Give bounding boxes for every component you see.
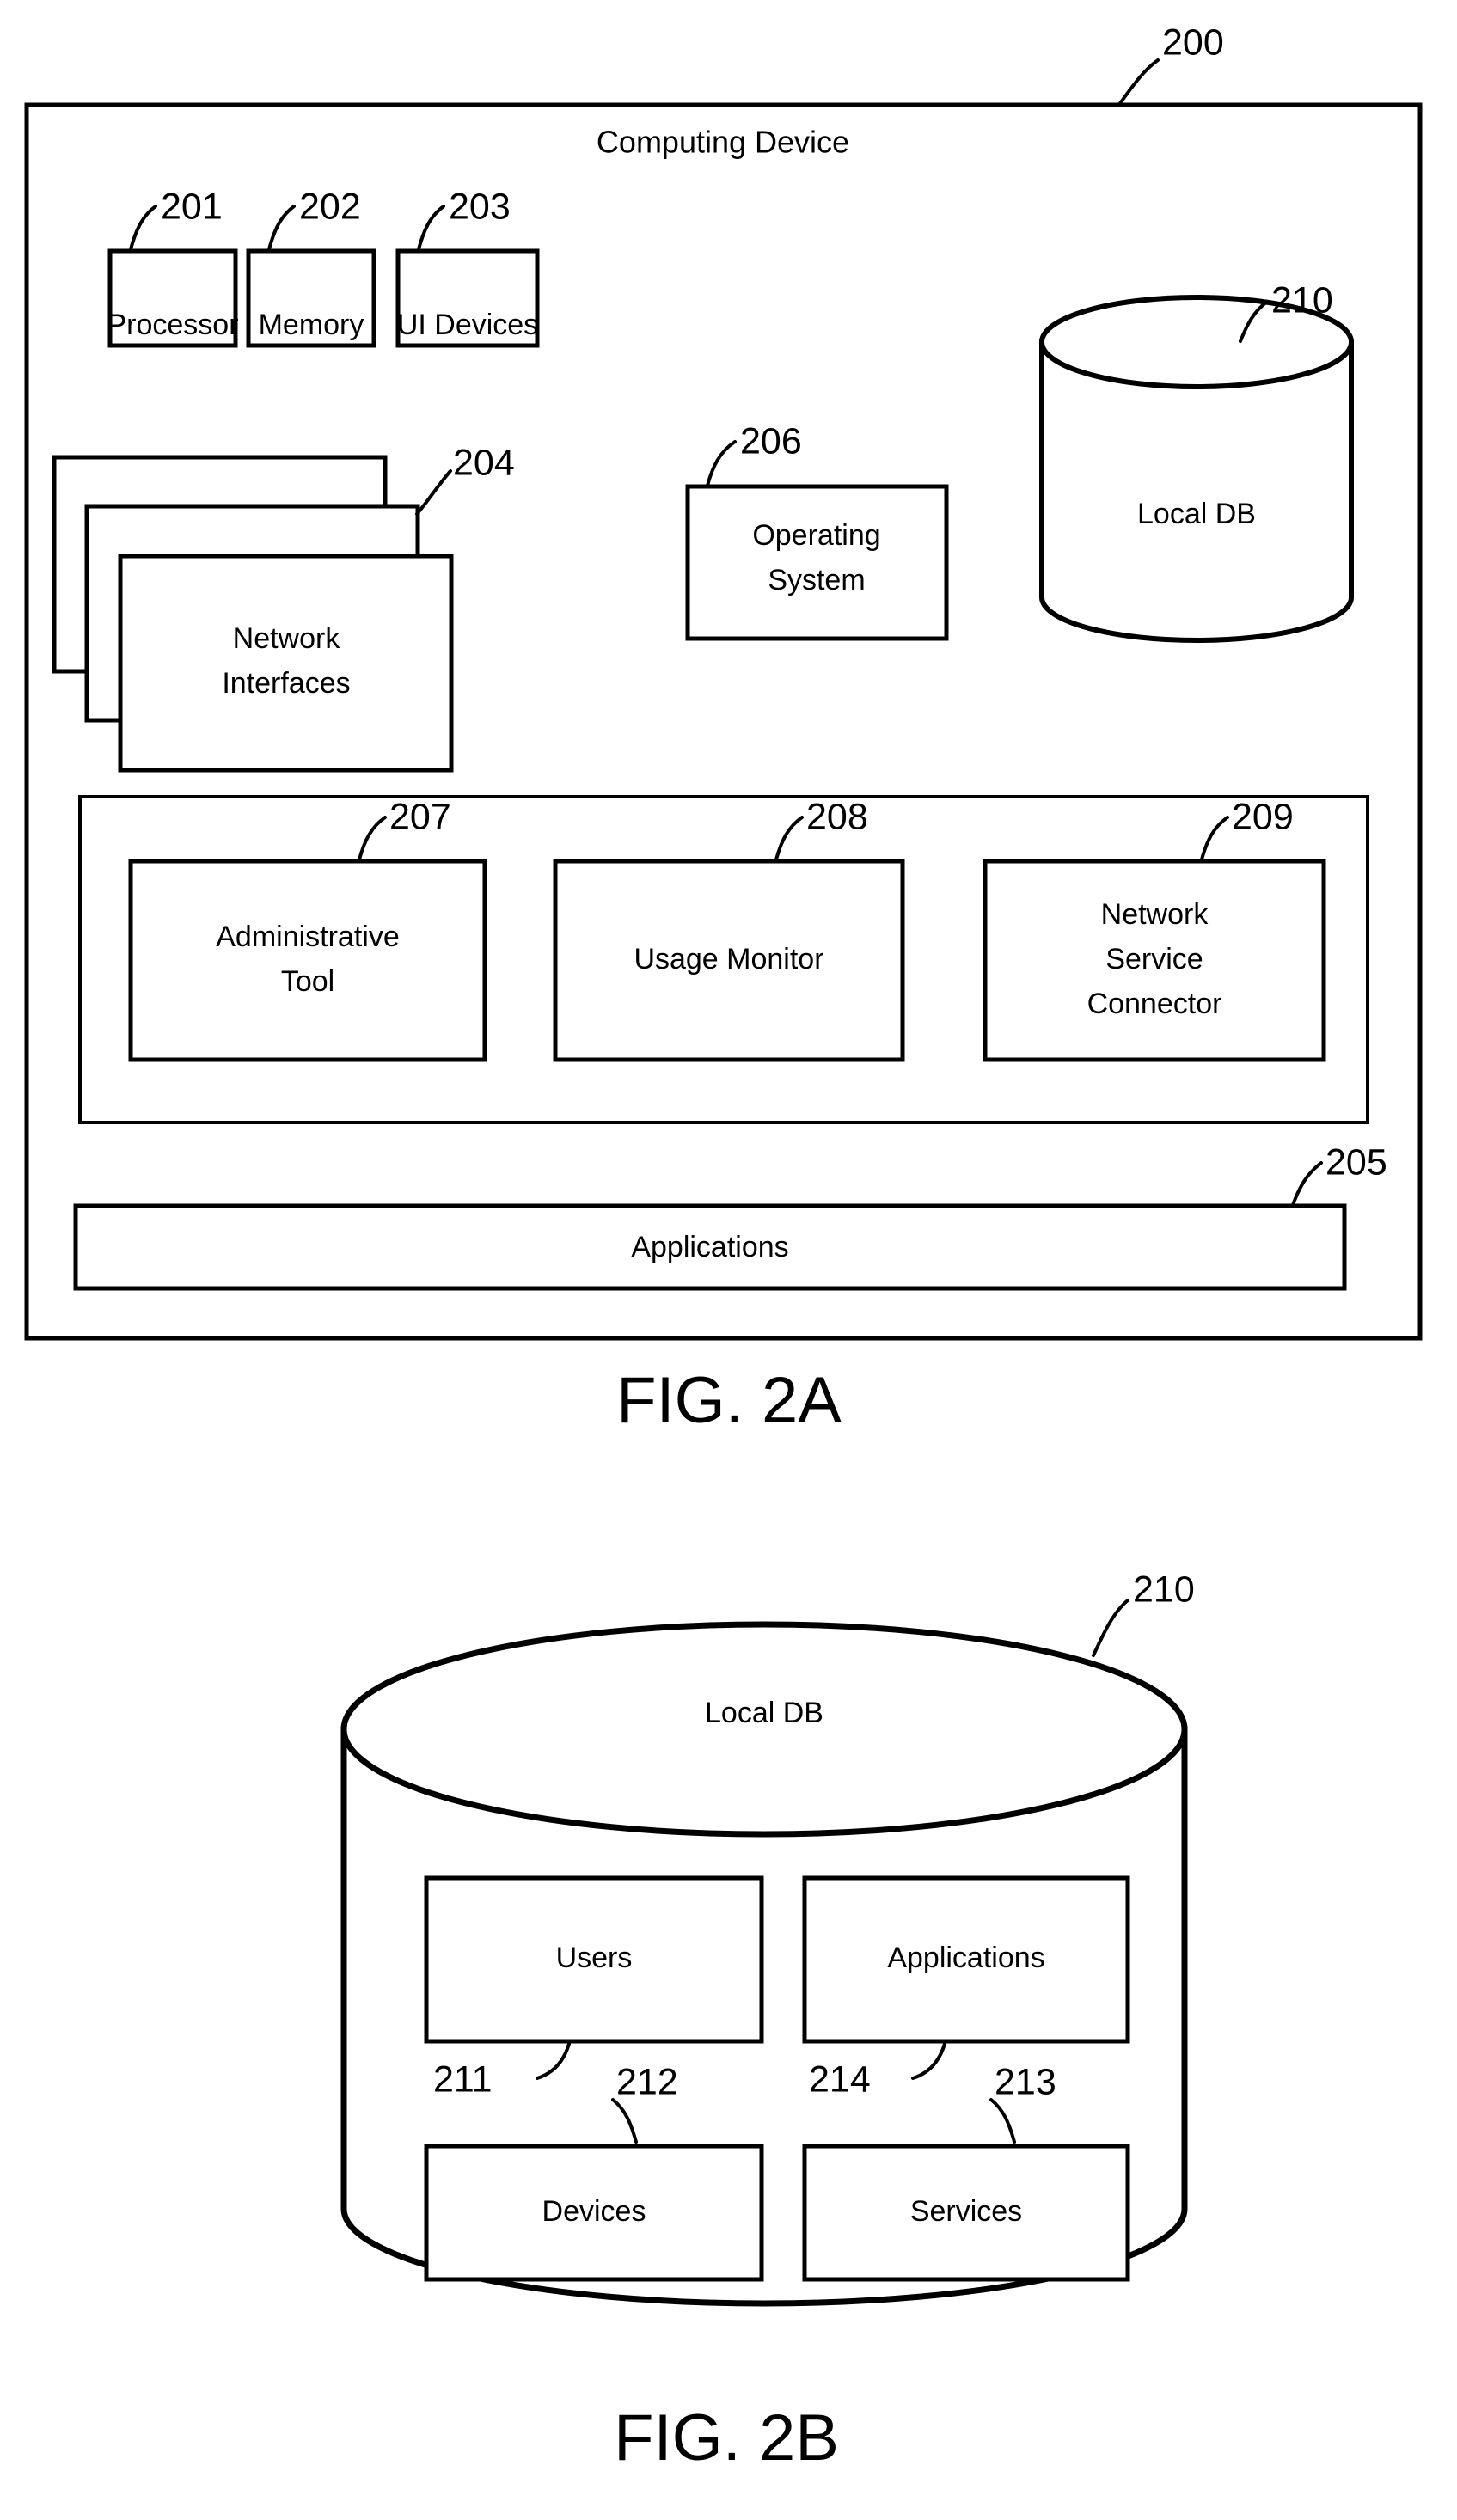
ref-number-206: 206: [740, 420, 802, 462]
network-service-connector-label-line1: Network: [1101, 898, 1209, 931]
figure-canvas: 200 Computing Device 201 Processor 202 M…: [24, 21, 1423, 2474]
ref-number-204: 204: [453, 442, 515, 483]
administrative-tool-box: [128, 859, 487, 1062]
computing-device-title: Computing Device: [597, 125, 849, 160]
users-table-label: Users: [556, 1942, 633, 1974]
ref-number-212: 212: [616, 2061, 678, 2102]
leader-line-210-b: [1092, 1599, 1129, 1657]
network-interfaces-box: [118, 554, 454, 773]
network-service-connector-label-line3: Connector: [1087, 988, 1222, 1020]
administrative-tool-label-line2: Tool: [281, 965, 334, 998]
ref-number-214: 214: [809, 2058, 871, 2100]
ref-number-213: 213: [995, 2061, 1056, 2102]
network-service-connector-label-line2: Service: [1105, 943, 1203, 976]
patent-figure-sheet: 200 Computing Device 201 Processor 202 M…: [0, 0, 1457, 2520]
ref-number-208: 208: [806, 796, 868, 837]
ui-devices-label: UI Devices: [397, 309, 538, 341]
operating-system-box: [685, 484, 949, 641]
operating-system-label-line1: Operating: [752, 519, 880, 552]
figure-2b-group: 210 Local DB Users 211 Applications 214 …: [340, 1569, 1195, 2474]
network-interfaces-label-line2: Interfaces: [222, 667, 350, 700]
applications-table-label: Applications: [887, 1942, 1044, 1974]
ref-number-209: 209: [1232, 796, 1294, 837]
ref-number-200: 200: [1162, 21, 1224, 63]
applications-bar-label: Applications: [631, 1231, 788, 1263]
ref-number-207: 207: [389, 796, 451, 837]
leader-line-200: [1117, 58, 1160, 107]
ref-number-201: 201: [161, 186, 223, 227]
ref-number-202: 202: [299, 186, 361, 227]
processor-label: Processor: [107, 309, 238, 341]
operating-system-label-line2: System: [768, 564, 865, 596]
figure-2b-caption: FIG. 2B: [614, 2401, 839, 2474]
administrative-tool-label-line1: Administrative: [216, 921, 400, 953]
local-db-cylinder-top-2b: [340, 1621, 1188, 1838]
ref-number-210-a: 210: [1271, 279, 1333, 321]
figure-2a-group: 200 Computing Device 201 Processor 202 M…: [24, 21, 1423, 1437]
ref-number-203: 203: [449, 186, 511, 227]
usage-monitor-label: Usage Monitor: [634, 943, 823, 976]
local-db-label-2b: Local DB: [705, 1697, 823, 1729]
figure-2a-caption: FIG. 2A: [616, 1364, 842, 1437]
services-table-label: Services: [910, 2195, 1022, 2228]
ref-number-210-b: 210: [1133, 1569, 1195, 1610]
network-interfaces-label-line1: Network: [233, 622, 341, 655]
local-db-label: Local DB: [1137, 498, 1256, 530]
memory-label: Memory: [259, 309, 364, 341]
devices-table-label: Devices: [542, 2195, 646, 2228]
ref-number-205: 205: [1325, 1141, 1387, 1183]
ref-number-211: 211: [433, 2058, 493, 2100]
